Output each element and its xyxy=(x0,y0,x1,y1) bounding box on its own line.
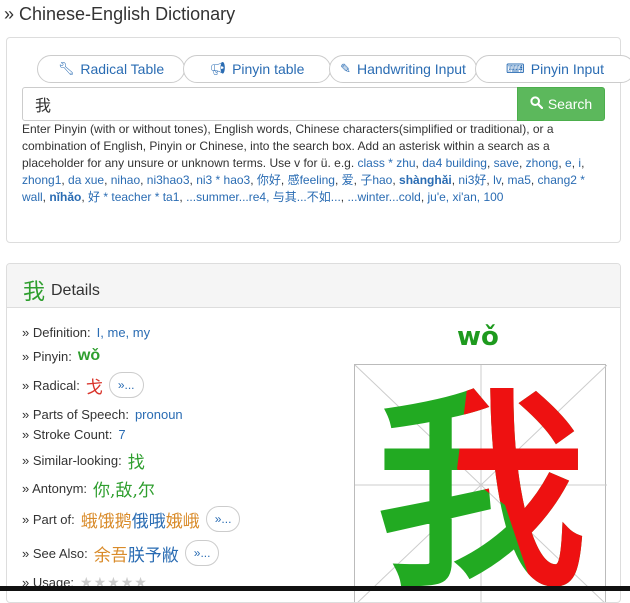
partof-label: » Part of: xyxy=(22,511,75,527)
partof-more-button[interactable]: »... xyxy=(205,506,241,532)
example-link[interactable]: ...summer...re4, 与其...不如... xyxy=(186,190,341,204)
search-row: 我 Search xyxy=(22,87,605,121)
radical-row: » Radical: 戈 »... xyxy=(22,370,144,400)
partof-char[interactable]: 峨 xyxy=(183,512,200,532)
partof-char[interactable]: 哦 xyxy=(149,512,166,532)
example-link[interactable]: ma5 xyxy=(508,173,531,187)
stroke-count-value: 7 xyxy=(118,426,126,442)
stroke-count-row: » Stroke Count: 7 xyxy=(22,422,126,446)
page-title: » Chinese-English Dictionary xyxy=(4,4,236,24)
example-link[interactable]: shànghǎi xyxy=(399,173,452,187)
tab-pinyin-table[interactable]: 📢︎ Pinyin table xyxy=(183,55,331,83)
pos-label: » Parts of Speech: xyxy=(22,406,129,422)
bullhorn-icon: 📢︎ xyxy=(209,61,227,76)
search-panel: 🔧︎ Radical Table 📢︎ Pinyin table ✎ Handw… xyxy=(6,37,630,243)
similar-label: » Similar-looking: xyxy=(22,452,122,468)
tab-label: Pinyin table xyxy=(232,61,305,77)
seealso-char[interactable]: 敝 xyxy=(162,546,179,566)
partof-char[interactable]: 鹅 xyxy=(115,512,132,532)
seealso-label: » See Also: xyxy=(22,545,88,561)
search-help: Enter Pinyin (with or without tones), En… xyxy=(22,122,585,204)
similar-looking-row: » Similar-looking: 找 xyxy=(22,448,145,473)
similar-char[interactable]: 找 xyxy=(128,448,145,473)
tab-pinyin-input[interactable]: ⌨︎ Pinyin Input xyxy=(475,55,630,83)
example-link[interactable]: 感feeling xyxy=(288,173,335,187)
example-link[interactable]: lv xyxy=(493,173,501,187)
partof-char[interactable]: 蛾 xyxy=(81,512,98,532)
example-link[interactable]: ...winter...cold xyxy=(347,190,420,204)
details-panel: 我 Details » Definition: I, me, my » Piny… xyxy=(6,263,621,603)
search-input[interactable]: 我 xyxy=(22,87,518,121)
keyboard-icon: ⌨︎ xyxy=(506,61,525,76)
example-link[interactable]: e xyxy=(565,156,572,170)
definition-value: I, me, my xyxy=(96,324,151,340)
pinyin-value[interactable]: wǒ xyxy=(78,347,100,365)
example-link[interactable]: nihao xyxy=(111,173,140,187)
tab-handwriting-input[interactable]: ✎ Handwriting Input xyxy=(329,55,477,83)
seealso-char[interactable]: 余 xyxy=(94,546,111,566)
search-button-label: Search xyxy=(547,96,593,112)
radical-more-button[interactable]: »... xyxy=(108,372,144,398)
antonym-label: » Antonym: xyxy=(22,480,88,496)
example-link[interactable]: ni3 * hao3 xyxy=(196,173,250,187)
search-icon xyxy=(530,96,543,112)
wrench-icon: 🔧︎ xyxy=(57,61,75,76)
example-link[interactable]: zhong1 xyxy=(22,173,61,187)
pinyin-display: wǒ xyxy=(457,322,499,352)
antonym-char[interactable]: 尔 xyxy=(138,481,155,501)
seealso-char[interactable]: 吾 xyxy=(111,546,128,566)
pinyin-label: » Pinyin: xyxy=(22,348,72,364)
example-link[interactable]: ni3好 xyxy=(458,173,486,187)
example-link[interactable]: zhong xyxy=(526,156,559,170)
stroke-count-label: » Stroke Count: xyxy=(22,426,113,442)
pinyin-row: » Pinyin: wǒ xyxy=(22,344,100,368)
bottom-edge xyxy=(0,586,630,591)
search-button[interactable]: Search xyxy=(517,87,605,121)
antonym-char[interactable]: 你 xyxy=(93,481,110,501)
definition-label: » Definition: xyxy=(22,324,91,340)
example-link[interactable]: ju'e, xi'an, 100 xyxy=(428,190,504,204)
example-link[interactable]: nǐhǎo xyxy=(49,190,81,204)
example-link[interactable]: da xue xyxy=(68,173,104,187)
pos-value[interactable]: pronoun xyxy=(135,407,183,422)
example-link[interactable]: class * zhu xyxy=(358,156,416,170)
example-link[interactable]: save xyxy=(494,156,519,170)
tool-tabs: 🔧︎ Radical Table 📢︎ Pinyin table ✎ Handw… xyxy=(7,55,630,85)
details-header: 我 Details xyxy=(7,264,620,308)
pencil-icon: ✎ xyxy=(340,61,351,76)
example-link[interactable]: da4 building xyxy=(422,156,487,170)
see-also-row: » See Also: 余吾朕予敝 »... xyxy=(22,538,220,568)
example-link[interactable]: i xyxy=(578,156,581,170)
partof-char[interactable]: 饿 xyxy=(98,512,115,532)
tab-label: Handwriting Input xyxy=(356,61,466,77)
seealso-char[interactable]: 予 xyxy=(145,546,162,566)
tab-label: Pinyin Input xyxy=(530,61,604,77)
tab-label: Radical Table xyxy=(80,61,165,77)
seealso-more-button[interactable]: »... xyxy=(184,540,220,566)
definition-row: » Definition: I, me, my xyxy=(22,320,150,344)
tab-radical-table[interactable]: 🔧︎ Radical Table xyxy=(37,55,185,83)
partof-char[interactable]: 娥 xyxy=(166,512,183,532)
radical-value[interactable]: 戈 xyxy=(86,373,103,398)
antonym-row: » Antonym: 你,敌,尔 xyxy=(22,476,155,501)
stroke-order-animation[interactable]: 我 我 xyxy=(354,364,607,602)
part-of-row: » Part of: 蛾饿鹅俄哦娥峨 »... xyxy=(22,504,241,534)
example-link[interactable]: 你好 xyxy=(257,173,281,187)
details-header-char: 我 xyxy=(23,280,46,305)
example-link[interactable]: ni3hao3 xyxy=(147,173,190,187)
partof-char[interactable]: 俄 xyxy=(132,512,149,532)
example-link[interactable]: 子hao xyxy=(360,173,392,187)
radical-label: » Radical: xyxy=(22,377,80,393)
example-link[interactable]: 爱 xyxy=(342,173,354,187)
seealso-char[interactable]: 朕 xyxy=(128,546,145,566)
antonym-char[interactable]: 敌 xyxy=(115,481,132,501)
example-link[interactable]: 好 * teacher * ta1 xyxy=(88,190,179,204)
details-title: Details xyxy=(51,282,100,299)
